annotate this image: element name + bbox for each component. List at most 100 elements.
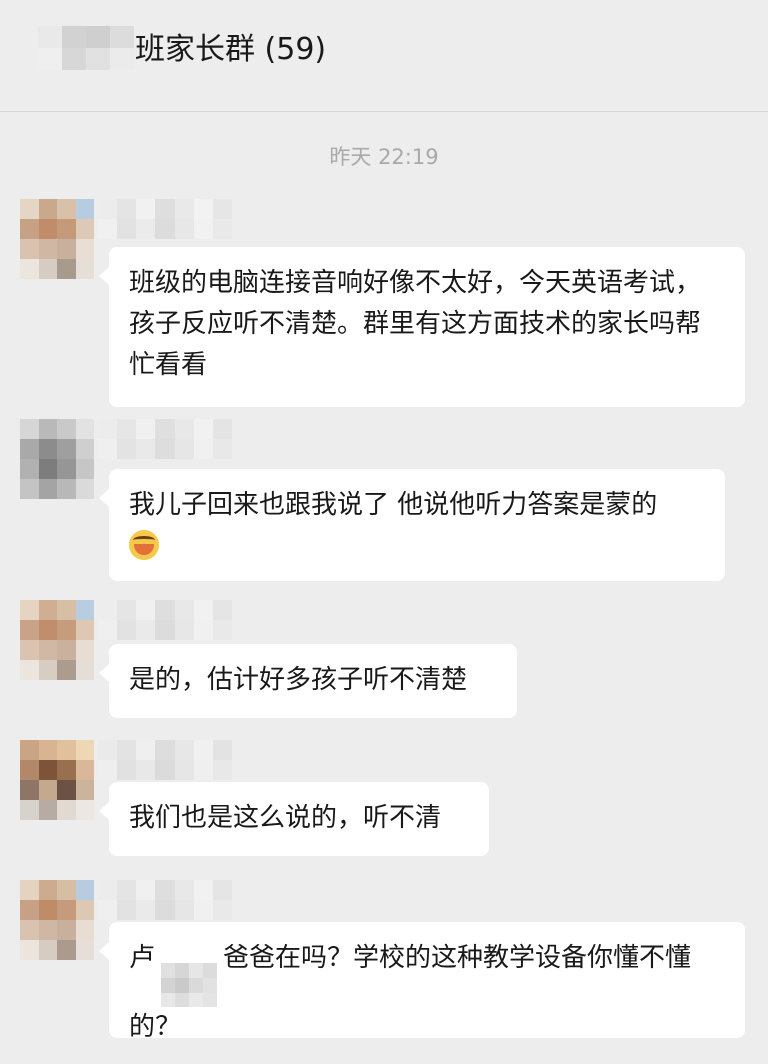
mosaic-cell <box>155 620 175 640</box>
mosaic-cell <box>38 459 57 479</box>
mosaic-cell <box>117 760 137 780</box>
mosaic-cell <box>38 740 57 760</box>
mosaic-cell <box>175 992 190 1008</box>
mosaic-cell <box>20 800 39 820</box>
mosaic-cell <box>57 419 76 439</box>
mosaic-cell <box>174 600 194 620</box>
message-bubble[interactable]: 我们也是这么说的，听不清 <box>99 782 489 856</box>
avatar[interactable] <box>20 600 94 680</box>
mosaic-cell <box>193 219 213 239</box>
mosaic-cell <box>98 620 118 640</box>
mosaic-cell <box>75 640 94 660</box>
mosaic-cell <box>20 620 39 640</box>
message-text: 我儿子回来也跟我说了 他说他听力答案是蒙的 <box>129 490 658 520</box>
avatar[interactable] <box>20 199 94 279</box>
mosaic-cell <box>203 963 218 978</box>
avatar[interactable] <box>20 880 94 960</box>
mosaic-cell <box>38 900 57 920</box>
mosaic-cell <box>57 940 76 960</box>
sender-name-mosaic <box>98 880 232 920</box>
mosaic-cell <box>57 780 76 800</box>
mosaic-cell <box>38 26 62 48</box>
mosaic-cell <box>212 760 232 780</box>
mosaic-cell <box>20 760 39 780</box>
mosaic-cell <box>38 620 57 640</box>
mosaic-cell <box>75 600 94 620</box>
message-bubble[interactable]: 我儿子回来也跟我说了 他说他听力答案是蒙的 <box>99 469 725 581</box>
sender-name-mosaic <box>98 600 232 640</box>
mosaic-cell <box>57 880 76 900</box>
mosaic-cell <box>38 660 57 680</box>
mosaic-cell <box>212 199 232 219</box>
mosaic-cell <box>75 900 94 920</box>
mosaic-cell <box>38 640 57 660</box>
mosaic-cell <box>174 880 194 900</box>
mosaic-cell <box>98 760 118 780</box>
avatar[interactable] <box>20 419 94 499</box>
mosaic-cell <box>174 620 194 640</box>
mosaic-cell <box>57 920 76 940</box>
mosaic-cell <box>189 963 204 978</box>
mosaic-cell <box>212 740 232 760</box>
mosaic-cell <box>20 239 39 259</box>
mosaic-cell <box>86 26 110 48</box>
mosaic-cell <box>57 199 76 219</box>
mosaic-cell <box>193 900 213 920</box>
mosaic-cell <box>155 900 175 920</box>
message-bubble[interactable]: 班级的电脑连接音响好像不太好，今天英语考试，孩子反应听不清楚。群里有这方面技术的… <box>99 247 745 407</box>
mosaic-cell <box>75 620 94 640</box>
mosaic-cell <box>75 419 94 439</box>
mosaic-cell <box>117 600 137 620</box>
mosaic-cell <box>155 740 175 760</box>
mosaic-cell <box>75 660 94 680</box>
mosaic-cell <box>161 992 176 1008</box>
mosaic-cell <box>203 992 218 1008</box>
mosaic-cell <box>75 439 94 459</box>
mosaic-cell <box>75 219 94 239</box>
mosaic-cell <box>57 459 76 479</box>
avatar[interactable] <box>20 740 94 820</box>
mosaic-cell <box>193 199 213 219</box>
mosaic-cell <box>193 740 213 760</box>
mosaic-cell <box>98 740 118 760</box>
mosaic-cell <box>136 900 156 920</box>
message-text: 班级的电脑连接音响好像不太好，今天英语考试，孩子反应听不清楚。群里有这方面技术的… <box>129 268 702 380</box>
mosaic-cell <box>136 760 156 780</box>
sender-name-mosaic <box>98 419 232 459</box>
mosaic-cell <box>136 439 156 459</box>
mosaic-cell <box>62 48 86 70</box>
mosaic-cell <box>57 740 76 760</box>
mosaic-cell <box>20 419 39 439</box>
mosaic-cell <box>38 259 57 279</box>
message-bubble[interactable]: 卢爸爸在吗？学校的这种教学设备你懂不懂的？ <box>99 922 745 1042</box>
mosaic-cell <box>193 419 213 439</box>
mosaic-cell <box>75 780 94 800</box>
mosaic-cell <box>57 620 76 640</box>
name-mosaic <box>161 963 218 1008</box>
mosaic-cell <box>20 880 39 900</box>
mosaic-cell <box>175 963 190 978</box>
mosaic-cell <box>98 600 118 620</box>
mosaic-cell <box>20 640 39 660</box>
mosaic-cell <box>20 660 39 680</box>
message-bubble[interactable]: 是的，估计好多孩子听不清楚 <box>99 644 517 718</box>
mosaic-cell <box>212 439 232 459</box>
mosaic-cell <box>38 419 57 439</box>
mosaic-cell <box>57 760 76 780</box>
mosaic-cell <box>136 199 156 219</box>
mosaic-cell <box>38 780 57 800</box>
mosaic-cell <box>57 239 76 259</box>
mosaic-cell <box>75 239 94 259</box>
mosaic-cell <box>193 600 213 620</box>
mosaic-cell <box>174 760 194 780</box>
mosaic-cell <box>57 640 76 660</box>
mosaic-cell <box>62 26 86 48</box>
mosaic-cell <box>38 199 57 219</box>
mosaic-cell <box>75 920 94 940</box>
mosaic-cell <box>75 459 94 479</box>
mosaic-cell <box>75 800 94 820</box>
mosaic-cell <box>57 479 76 499</box>
mosaic-cell <box>136 419 156 439</box>
mosaic-cell <box>86 48 110 70</box>
mosaic-cell <box>155 199 175 219</box>
